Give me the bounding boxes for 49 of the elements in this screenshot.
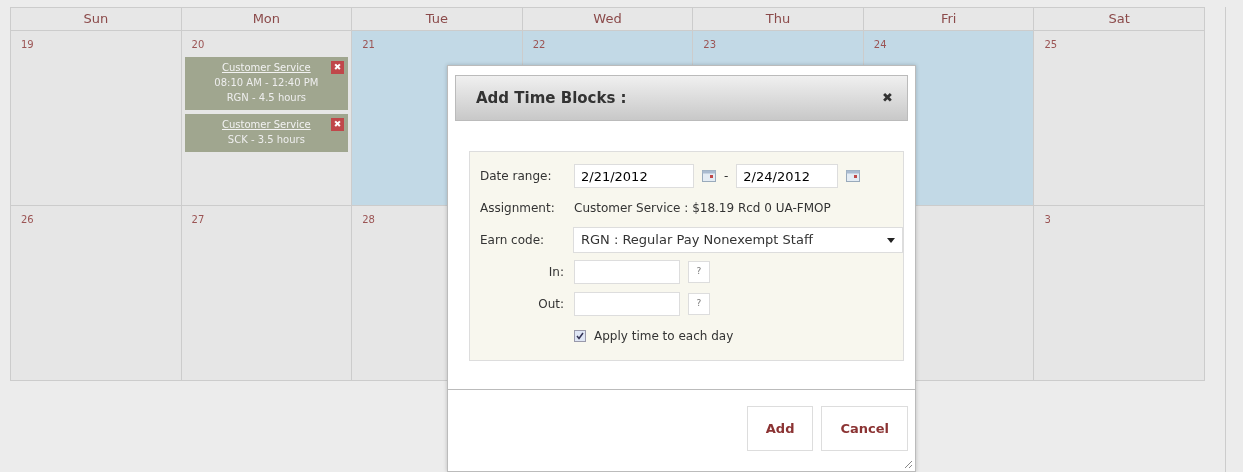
caret-icon bbox=[887, 237, 895, 243]
checkbox-label: Apply time to each day bbox=[594, 328, 734, 345]
date-input[interactable]: 2/21/2012 bbox=[574, 164, 694, 188]
day-cell[interactable]: 19 bbox=[11, 31, 182, 206]
cancel-button[interactable]: Cancel bbox=[821, 406, 908, 451]
day-cell[interactable]: 26 bbox=[11, 206, 182, 381]
calendar-icon[interactable] bbox=[846, 170, 861, 182]
checkbox[interactable] bbox=[574, 330, 586, 342]
weekday-header: Tue bbox=[352, 8, 523, 31]
field-label: In: bbox=[547, 264, 565, 281]
help-button[interactable]: ? bbox=[688, 261, 710, 283]
add-button[interactable]: Add bbox=[746, 406, 814, 451]
weekday-header: Wed bbox=[522, 8, 694, 31]
day-number: 26 bbox=[20, 213, 34, 227]
weekday-header: Thu bbox=[693, 8, 864, 31]
delete-button[interactable]: ✖ bbox=[331, 118, 345, 131]
block-detail: SCK - 3.5 hours bbox=[226, 133, 306, 147]
day-cell[interactable]: 25 bbox=[1034, 31, 1205, 206]
field-label: Out: bbox=[537, 296, 565, 313]
day-number: 24 bbox=[872, 38, 887, 52]
day-number: 28 bbox=[361, 213, 375, 227]
weekday-header: Fri bbox=[863, 8, 1035, 31]
weekday-header: Mon bbox=[181, 8, 353, 31]
time-input[interactable] bbox=[574, 292, 680, 316]
close-button[interactable]: ✖ bbox=[882, 88, 893, 108]
day-number: 27 bbox=[190, 213, 205, 227]
earn-code-dropdown[interactable]: RGN : Regular Pay Nonexempt Staff bbox=[572, 227, 903, 253]
day-number: 20 bbox=[190, 38, 205, 52]
day-number: 22 bbox=[531, 38, 546, 52]
block-detail: RGN - 4.5 hours bbox=[225, 91, 307, 105]
day-number: 23 bbox=[702, 38, 716, 52]
help-button[interactable]: ? bbox=[688, 293, 710, 315]
day-number: 25 bbox=[1043, 38, 1058, 52]
day-cell[interactable]: 20 Customer Service 08:10 AM - 12:40 PM RGN - 4.5 hours ✖ Customer Service SCK - 3.5 hours ✖ bbox=[181, 31, 353, 206]
range-separator: - bbox=[724, 168, 729, 185]
assignment-value: Customer Service : $18.19 Rcd 0 UA-FMOP bbox=[574, 200, 831, 217]
day-cell[interactable]: 3 bbox=[1034, 206, 1205, 381]
day-cell[interactable]: 27 bbox=[181, 206, 353, 381]
weekday-header: Sat bbox=[1034, 8, 1205, 31]
block-detail: 08:10 AM - 12:40 PM bbox=[213, 76, 320, 90]
date-input[interactable]: 2/24/2012 bbox=[736, 164, 839, 188]
day-number: 19 bbox=[20, 38, 34, 52]
delete-button[interactable]: ✖ bbox=[331, 61, 345, 74]
resize-grip-icon[interactable] bbox=[903, 459, 913, 469]
time-input[interactable] bbox=[574, 260, 680, 284]
calendar-icon[interactable] bbox=[702, 170, 716, 182]
day-number: 3 bbox=[1043, 213, 1051, 227]
weekday-header: Sun bbox=[11, 8, 182, 31]
day-number: 21 bbox=[361, 38, 375, 52]
